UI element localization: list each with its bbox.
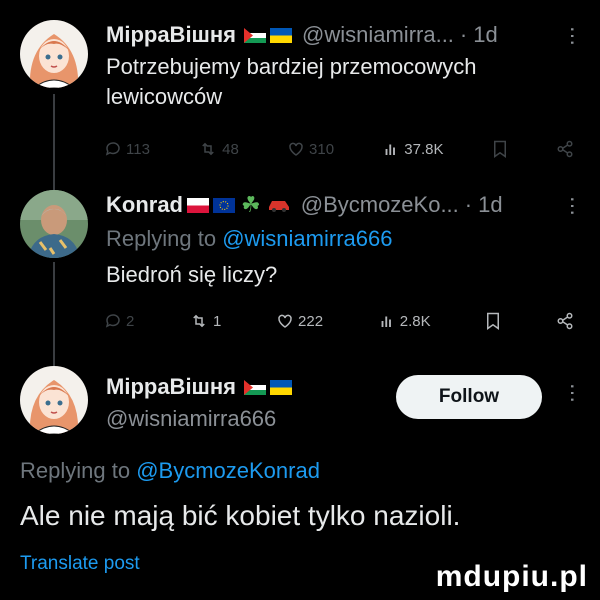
replying-to-label: Replying to [106,226,217,251]
more-options-icon[interactable]: ⋯ [560,196,584,217]
bookmark-button[interactable] [492,140,508,158]
more-options-icon[interactable]: ⋯ [560,383,584,404]
views-count: 37.8K [404,140,444,158]
replying-to-label: Replying to [20,458,131,483]
display-name[interactable]: МірраВішня [106,374,236,400]
display-name[interactable]: Konrad [106,192,183,218]
bookmark-icon [493,140,506,158]
tweet-header: Konrad ☘ @BycmozeKo... · 1d [106,192,503,218]
reply-button[interactable]: 2 [104,312,134,330]
display-name[interactable]: МірраВішня [106,22,236,48]
repost-icon [193,314,205,328]
user-handle[interactable]: @wisniamirra666 [106,404,276,434]
heart-icon [278,314,292,328]
views-icon [385,144,396,155]
ukraine-flag-icon [270,27,293,43]
more-options-icon[interactable]: ⋯ [560,26,584,47]
share-button[interactable] [556,312,574,330]
tweet-text: Biedroń się liczy? [106,262,278,287]
separator-dot: · [459,22,468,47]
repost-count: 1 [213,312,222,330]
replying-to: Replying to @BycmozeKonrad [20,456,320,486]
like-count: 222 [298,312,324,330]
tweet-text-line: Potrzebujemy bardziej przemocowych [106,54,477,79]
views-button[interactable]: 37.8K [382,140,444,158]
reply-icon [105,314,120,328]
palestine-flag-icon [244,27,267,43]
shamrock-icon: ☘ [241,192,261,217]
views-count: 2.8K [399,312,431,330]
watermark: mdupiu.pl [435,560,588,593]
ukraine-flag-icon [270,379,293,395]
tweet-header: МірраВішня @wisniamirra... · 1d [106,22,498,48]
user-handle[interactable]: @BycmozeKo... [301,192,459,218]
repost-icon [202,142,214,156]
replying-to-handle[interactable]: @BycmozeKonrad [136,458,320,483]
views-button[interactable]: 2.8K [378,312,431,330]
follow-button[interactable]: Follow [396,375,542,419]
views-icon [381,316,391,327]
bookmark-icon [487,312,500,330]
user-handle[interactable]: @wisniamirra... [302,22,454,48]
tweet-header: МірраВішня [106,374,293,400]
palestine-flag-icon [244,379,267,395]
bookmark-button[interactable] [485,312,501,330]
poland-flag-icon [187,197,209,213]
share-icon [557,140,573,158]
reply-count: 2 [126,312,135,330]
eu-flag-icon [213,197,235,213]
repost-count: 48 [222,140,239,158]
action-bar: 113 48 310 37.8K [104,140,574,158]
like-count: 310 [309,140,335,158]
share-button[interactable] [556,140,574,158]
like-button[interactable]: 222 [276,312,323,330]
car-icon [267,198,291,212]
thread-line [53,94,55,192]
repost-button[interactable]: 1 [189,312,221,330]
replying-to: Replying to @wisniamirra666 [106,224,392,254]
share-icon [557,312,573,330]
thread-line [53,262,55,366]
reply-count: 113 [126,140,150,158]
tweet-text: Ale nie mają bić kobiet tylko nazioli. [20,500,461,531]
avatar[interactable] [20,366,88,434]
timestamp[interactable]: 1d [478,192,502,218]
replying-to-handle[interactable]: @wisniamirra666 [222,226,392,251]
reply-button[interactable]: 113 [104,140,150,158]
like-button[interactable]: 310 [287,140,334,158]
reply-icon [105,142,120,156]
translate-link[interactable]: Translate post [20,553,140,575]
tweet-text-line: lewicowców [106,84,223,109]
avatar[interactable] [20,20,88,88]
avatar[interactable] [20,190,88,258]
timestamp[interactable]: 1d [473,22,497,48]
separator-dot: · [464,192,473,217]
tweet-text: Potrzebujemy bardziej przemocowych lewic… [106,52,477,112]
repost-button[interactable]: 48 [198,140,239,158]
heart-icon [289,142,303,156]
action-bar: 2 1 222 2.8K [104,312,574,330]
